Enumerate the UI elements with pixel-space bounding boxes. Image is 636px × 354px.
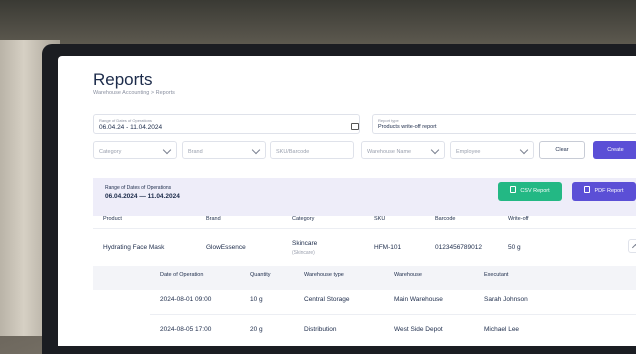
pdf-report-button[interactable]: PDF Report	[572, 182, 636, 201]
detail-quantity: 10 g	[250, 296, 263, 303]
category-name: Skincare	[292, 240, 318, 247]
create-button[interactable]: Create	[593, 141, 636, 159]
detail-executant: Michael Lee	[484, 326, 520, 333]
date-range-field[interactable]: Range of Dates of Operations 06.04.24 - …	[93, 114, 360, 134]
category-select[interactable]: Category	[93, 141, 177, 159]
breadcrumb[interactable]: Warehouse Accounting > Reports	[93, 90, 175, 96]
employee-select[interactable]: Employee	[450, 141, 534, 159]
sku-input[interactable]: SKU/Barcode	[270, 141, 354, 159]
chevron-down-icon	[162, 145, 172, 155]
summary-range-value: 06.04.2024 — 11.04.2024	[105, 193, 180, 200]
chevron-down-icon	[251, 145, 261, 155]
header-barcode: Barcode	[435, 216, 456, 222]
clear-button[interactable]: Clear	[539, 141, 585, 159]
report-type-value: Products write-off report	[378, 124, 437, 130]
sku-placeholder: SKU/Barcode	[276, 149, 310, 155]
header-writeoff: Write-off	[508, 216, 529, 222]
document-icon	[510, 186, 517, 193]
header-category: Category	[292, 216, 315, 222]
barcode-value: 0123456789012	[435, 244, 482, 251]
chevron-up-icon	[631, 243, 636, 252]
date-range-label: Range of Dates of Operations	[99, 118, 152, 123]
report-type-label: Report type	[378, 118, 399, 123]
detail-warehouse: West Side Depot	[394, 326, 443, 333]
detail-header-executant: Executant	[484, 272, 509, 278]
warehouse-select[interactable]: Warehouse Name	[361, 141, 445, 159]
detail-type: Central Storage	[304, 296, 350, 303]
detail-header-type: Warehouse type	[304, 272, 344, 278]
detail-date: 2024-08-01 09:00	[160, 296, 212, 303]
detail-warehouse: Main Warehouse	[394, 296, 443, 303]
date-range-value: 06.04.24 - 11.04.2024	[99, 124, 163, 131]
category-sub: (Skincare)	[292, 250, 315, 256]
app-screen: Reports Warehouse Accounting > Reports R…	[58, 56, 636, 346]
chevron-down-icon	[430, 145, 440, 155]
detail-quantity: 20 g	[250, 326, 263, 333]
report-type-select[interactable]: Report type Products write-off report	[372, 114, 636, 134]
detail-executant: Sarah Johnson	[484, 296, 528, 303]
collapse-button[interactable]	[628, 239, 636, 253]
calendar-icon[interactable]	[351, 123, 359, 130]
writeoff-value: 50 g	[508, 244, 521, 251]
category-placeholder: Category	[99, 149, 122, 155]
detail-header	[93, 266, 636, 290]
sku-value: HFM-101	[374, 244, 402, 251]
page-title: Reports	[93, 70, 153, 89]
detail-header-date: Date of Operation	[160, 272, 204, 278]
header-sku: SKU	[374, 216, 386, 222]
detail-header-quantity: Quantity	[250, 272, 271, 278]
warehouse-placeholder: Warehouse Name	[367, 149, 412, 155]
brand-select[interactable]: Brand	[182, 141, 266, 159]
brand-name: GlowEssence	[206, 244, 246, 251]
employee-placeholder: Employee	[456, 149, 481, 155]
detail-date: 2024-08-05 17:00	[160, 326, 212, 333]
header-brand: Brand	[206, 216, 221, 222]
csv-report-button[interactable]: CSV Report	[498, 182, 562, 201]
product-name: Hydrating Face Mask	[103, 244, 165, 251]
summary-range-label: Range of Dates of Operations	[105, 185, 172, 191]
csv-report-label: CSV Report	[520, 188, 550, 194]
detail-header-warehouse: Warehouse	[394, 272, 422, 278]
document-icon	[584, 186, 591, 193]
brand-placeholder: Brand	[188, 149, 203, 155]
divider	[150, 314, 636, 315]
chevron-down-icon	[519, 145, 529, 155]
header-product: Product	[103, 216, 122, 222]
detail-type: Distribution	[304, 326, 337, 333]
pdf-report-label: PDF Report	[594, 188, 624, 194]
divider	[93, 228, 636, 229]
